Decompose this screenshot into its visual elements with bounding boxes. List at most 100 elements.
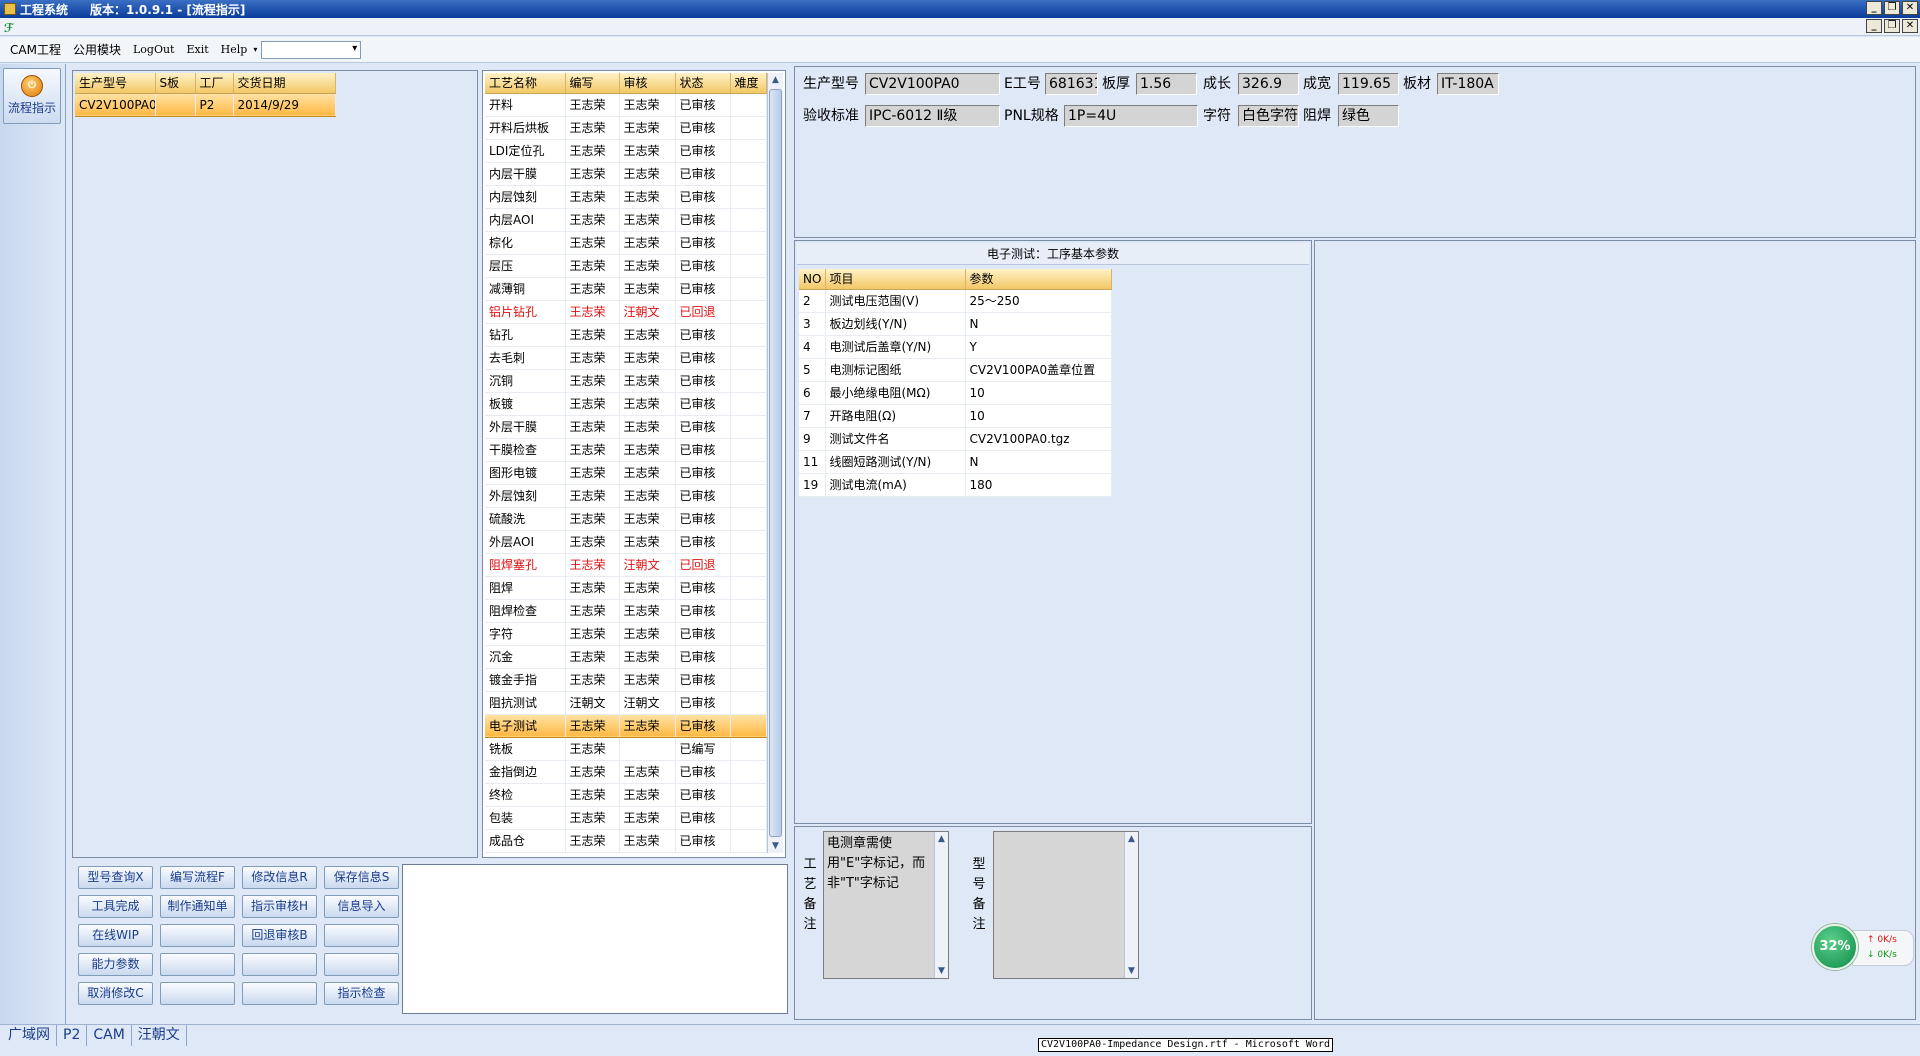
params-header-item[interactable]: 项目: [825, 269, 966, 290]
scroll-down-icon[interactable]: ▼: [768, 839, 783, 853]
minimize-button[interactable]: _: [1866, 1, 1882, 15]
action-button[interactable]: 制作通知单: [160, 895, 235, 918]
params-row[interactable]: 4 电测试后盖章(Y/N) Y: [799, 335, 1112, 359]
restore-button[interactable]: ❐: [1884, 1, 1900, 15]
process-row[interactable]: 铝片钻孔 王志荣 汪朝文 已回退: [485, 300, 767, 324]
process-row[interactable]: 内层干膜 王志荣 王志荣 已审核: [485, 162, 767, 186]
mdi-minimize-button[interactable]: _: [1866, 19, 1882, 33]
process-header-author[interactable]: 编写: [565, 73, 620, 94]
process-row[interactable]: 字符 王志荣 王志荣 已审核: [485, 622, 767, 646]
action-button[interactable]: 在线WIP: [78, 924, 153, 947]
params-row[interactable]: 11 线圈短路测试(Y/N) N: [799, 450, 1112, 474]
order-header-delivery-date[interactable]: 交货日期: [233, 73, 336, 94]
process-header-difficulty[interactable]: 难度: [730, 73, 767, 94]
action-button[interactable]: 指示检查: [324, 982, 399, 1005]
pnl-field[interactable]: 1P=4U: [1064, 105, 1198, 127]
process-row[interactable]: 铣板 王志荣 已编写: [485, 737, 767, 761]
process-row[interactable]: 外层AOI 王志荣 王志荣 已审核: [485, 530, 767, 554]
process-row[interactable]: LDI定位孔 王志荣 王志荣 已审核: [485, 139, 767, 163]
params-row[interactable]: 6 最小绝缘电阻(MΩ) 10: [799, 381, 1112, 405]
mask-field[interactable]: 绿色: [1338, 105, 1399, 127]
params-row[interactable]: 19 测试电流(mA) 180: [799, 473, 1112, 497]
process-row[interactable]: 外层干膜 王志荣 王志荣 已审核: [485, 415, 767, 439]
process-row[interactable]: 内层AOI 王志荣 王志荣 已审核: [485, 208, 767, 232]
message-box[interactable]: [402, 864, 788, 1014]
process-row[interactable]: 开料 王志荣 王志荣 已审核: [485, 93, 767, 117]
process-note-scroll-down-icon[interactable]: ▼: [935, 964, 948, 978]
thickness-field[interactable]: 1.56: [1136, 73, 1197, 95]
process-row[interactable]: 棕化 王志荣 王志荣 已审核: [485, 231, 767, 255]
action-button[interactable]: 回退审核B: [242, 924, 317, 947]
model-note-scroll-up-icon[interactable]: ▲: [1125, 832, 1138, 846]
order-header-s-board[interactable]: S板: [155, 73, 196, 94]
length-field[interactable]: 326.9: [1238, 73, 1299, 95]
process-row[interactable]: 层压 王志荣 王志荣 已审核: [485, 254, 767, 278]
action-button[interactable]: 工具完成: [78, 895, 153, 918]
process-row[interactable]: 阻焊塞孔 王志荣 汪朝文 已回退: [485, 553, 767, 577]
process-row[interactable]: 板镀 王志荣 王志荣 已审核: [485, 392, 767, 416]
scroll-up-icon[interactable]: ▲: [768, 73, 783, 87]
params-row[interactable]: 7 开路电阻(Ω) 10: [799, 404, 1112, 428]
process-row[interactable]: 钻孔 王志荣 王志荣 已审核: [485, 323, 767, 347]
menu-logout[interactable]: LogOut: [127, 43, 181, 56]
order-header-model[interactable]: 生产型号: [75, 73, 156, 94]
process-row[interactable]: 终检 王志荣 王志荣 已审核: [485, 783, 767, 807]
network-monitor[interactable]: ↑ 0K/s ↓ 0K/s 32%: [1812, 924, 1918, 970]
order-row[interactable]: CV2V100PA0 P2 2014/9/29: [75, 93, 336, 117]
order-header-factory[interactable]: 工厂: [195, 73, 234, 94]
process-header-status[interactable]: 状态: [675, 73, 731, 94]
menu-exit[interactable]: Exit: [180, 43, 214, 56]
action-button-blank[interactable]: [324, 924, 399, 947]
action-button[interactable]: 保存信息S: [324, 866, 399, 889]
scroll-thumb[interactable]: [769, 89, 782, 837]
process-row[interactable]: 阻抗测试 汪朝文 汪朝文 已审核: [485, 691, 767, 715]
eno-field[interactable]: 681631: [1045, 73, 1098, 95]
process-row[interactable]: 金指倒边 王志荣 王志荣 已审核: [485, 760, 767, 784]
process-row[interactable]: 电子测试 王志荣 王志荣 已审核: [485, 714, 767, 738]
help-dropdown-icon[interactable]: ▾: [253, 45, 259, 54]
close-button[interactable]: ✕: [1902, 1, 1918, 15]
nav-flow-instruction-button[interactable]: ⏻ 流程指示: [3, 68, 61, 124]
process-row[interactable]: 去毛刺 王志荣 王志荣 已审核: [485, 346, 767, 370]
process-note-scrollbar[interactable]: ▲ ▼: [934, 832, 948, 978]
params-row[interactable]: 9 测试文件名 CV2V100PA0.tgz: [799, 427, 1112, 451]
char-field[interactable]: 白色字符: [1238, 105, 1299, 127]
action-button[interactable]: 编写流程F: [160, 866, 235, 889]
menu-cam[interactable]: CAM工程: [4, 41, 67, 58]
process-row[interactable]: 沉铜 王志荣 王志荣 已审核: [485, 369, 767, 393]
params-row[interactable]: 2 测试电压范围(V) 25～250: [799, 289, 1112, 313]
action-button[interactable]: 型号查询X: [78, 866, 153, 889]
model-note-scroll-down-icon[interactable]: ▼: [1125, 964, 1138, 978]
action-button[interactable]: 能力参数: [78, 953, 153, 976]
menu-help[interactable]: Help: [215, 43, 254, 56]
process-row[interactable]: 镀金手指 王志荣 王志荣 已审核: [485, 668, 767, 692]
action-button[interactable]: 取消修改C: [78, 982, 153, 1005]
model-note-scrollbar[interactable]: ▲ ▼: [1124, 832, 1138, 978]
process-row[interactable]: 阻焊检查 王志荣 王志荣 已审核: [485, 599, 767, 623]
process-note-text[interactable]: 电测章需使用"E"字标记，而非"T"字标记: [823, 831, 949, 979]
process-row[interactable]: 包装 王志荣 王志荣 已审核: [485, 806, 767, 830]
process-row[interactable]: 开料后烘板 王志荣 王志荣 已审核: [485, 116, 767, 140]
action-button-blank[interactable]: [160, 924, 235, 947]
mdi-restore-button[interactable]: ❐: [1884, 19, 1900, 33]
action-button-blank[interactable]: [324, 953, 399, 976]
menu-common-modules[interactable]: 公用模块: [67, 41, 127, 58]
params-row[interactable]: 3 板边划线(Y/N) N: [799, 312, 1112, 336]
process-header-reviewer[interactable]: 审核: [619, 73, 676, 94]
process-row[interactable]: 内层蚀刻 王志荣 王志荣 已审核: [485, 185, 767, 209]
process-row[interactable]: 干膜检查 王志荣 王志荣 已审核: [485, 438, 767, 462]
params-header-no[interactable]: NO: [799, 269, 826, 290]
action-button-blank[interactable]: [160, 953, 235, 976]
action-button-blank[interactable]: [242, 982, 317, 1005]
material-field[interactable]: IT-180A: [1437, 73, 1499, 95]
width-field[interactable]: 119.65: [1338, 73, 1399, 95]
action-button[interactable]: 信息导入: [324, 895, 399, 918]
process-row[interactable]: 阻焊 王志荣 王志荣 已审核: [485, 576, 767, 600]
action-button-blank[interactable]: [242, 953, 317, 976]
menu-combo-box[interactable]: [261, 40, 362, 59]
model-note-text[interactable]: [993, 831, 1139, 979]
process-row[interactable]: 沉金 王志荣 王志荣 已审核: [485, 645, 767, 669]
model-field[interactable]: CV2V100PA0: [865, 73, 1000, 95]
standard-field[interactable]: IPC-6012 Ⅱ级: [865, 105, 1000, 127]
process-row[interactable]: 外层蚀刻 王志荣 王志荣 已审核: [485, 484, 767, 508]
